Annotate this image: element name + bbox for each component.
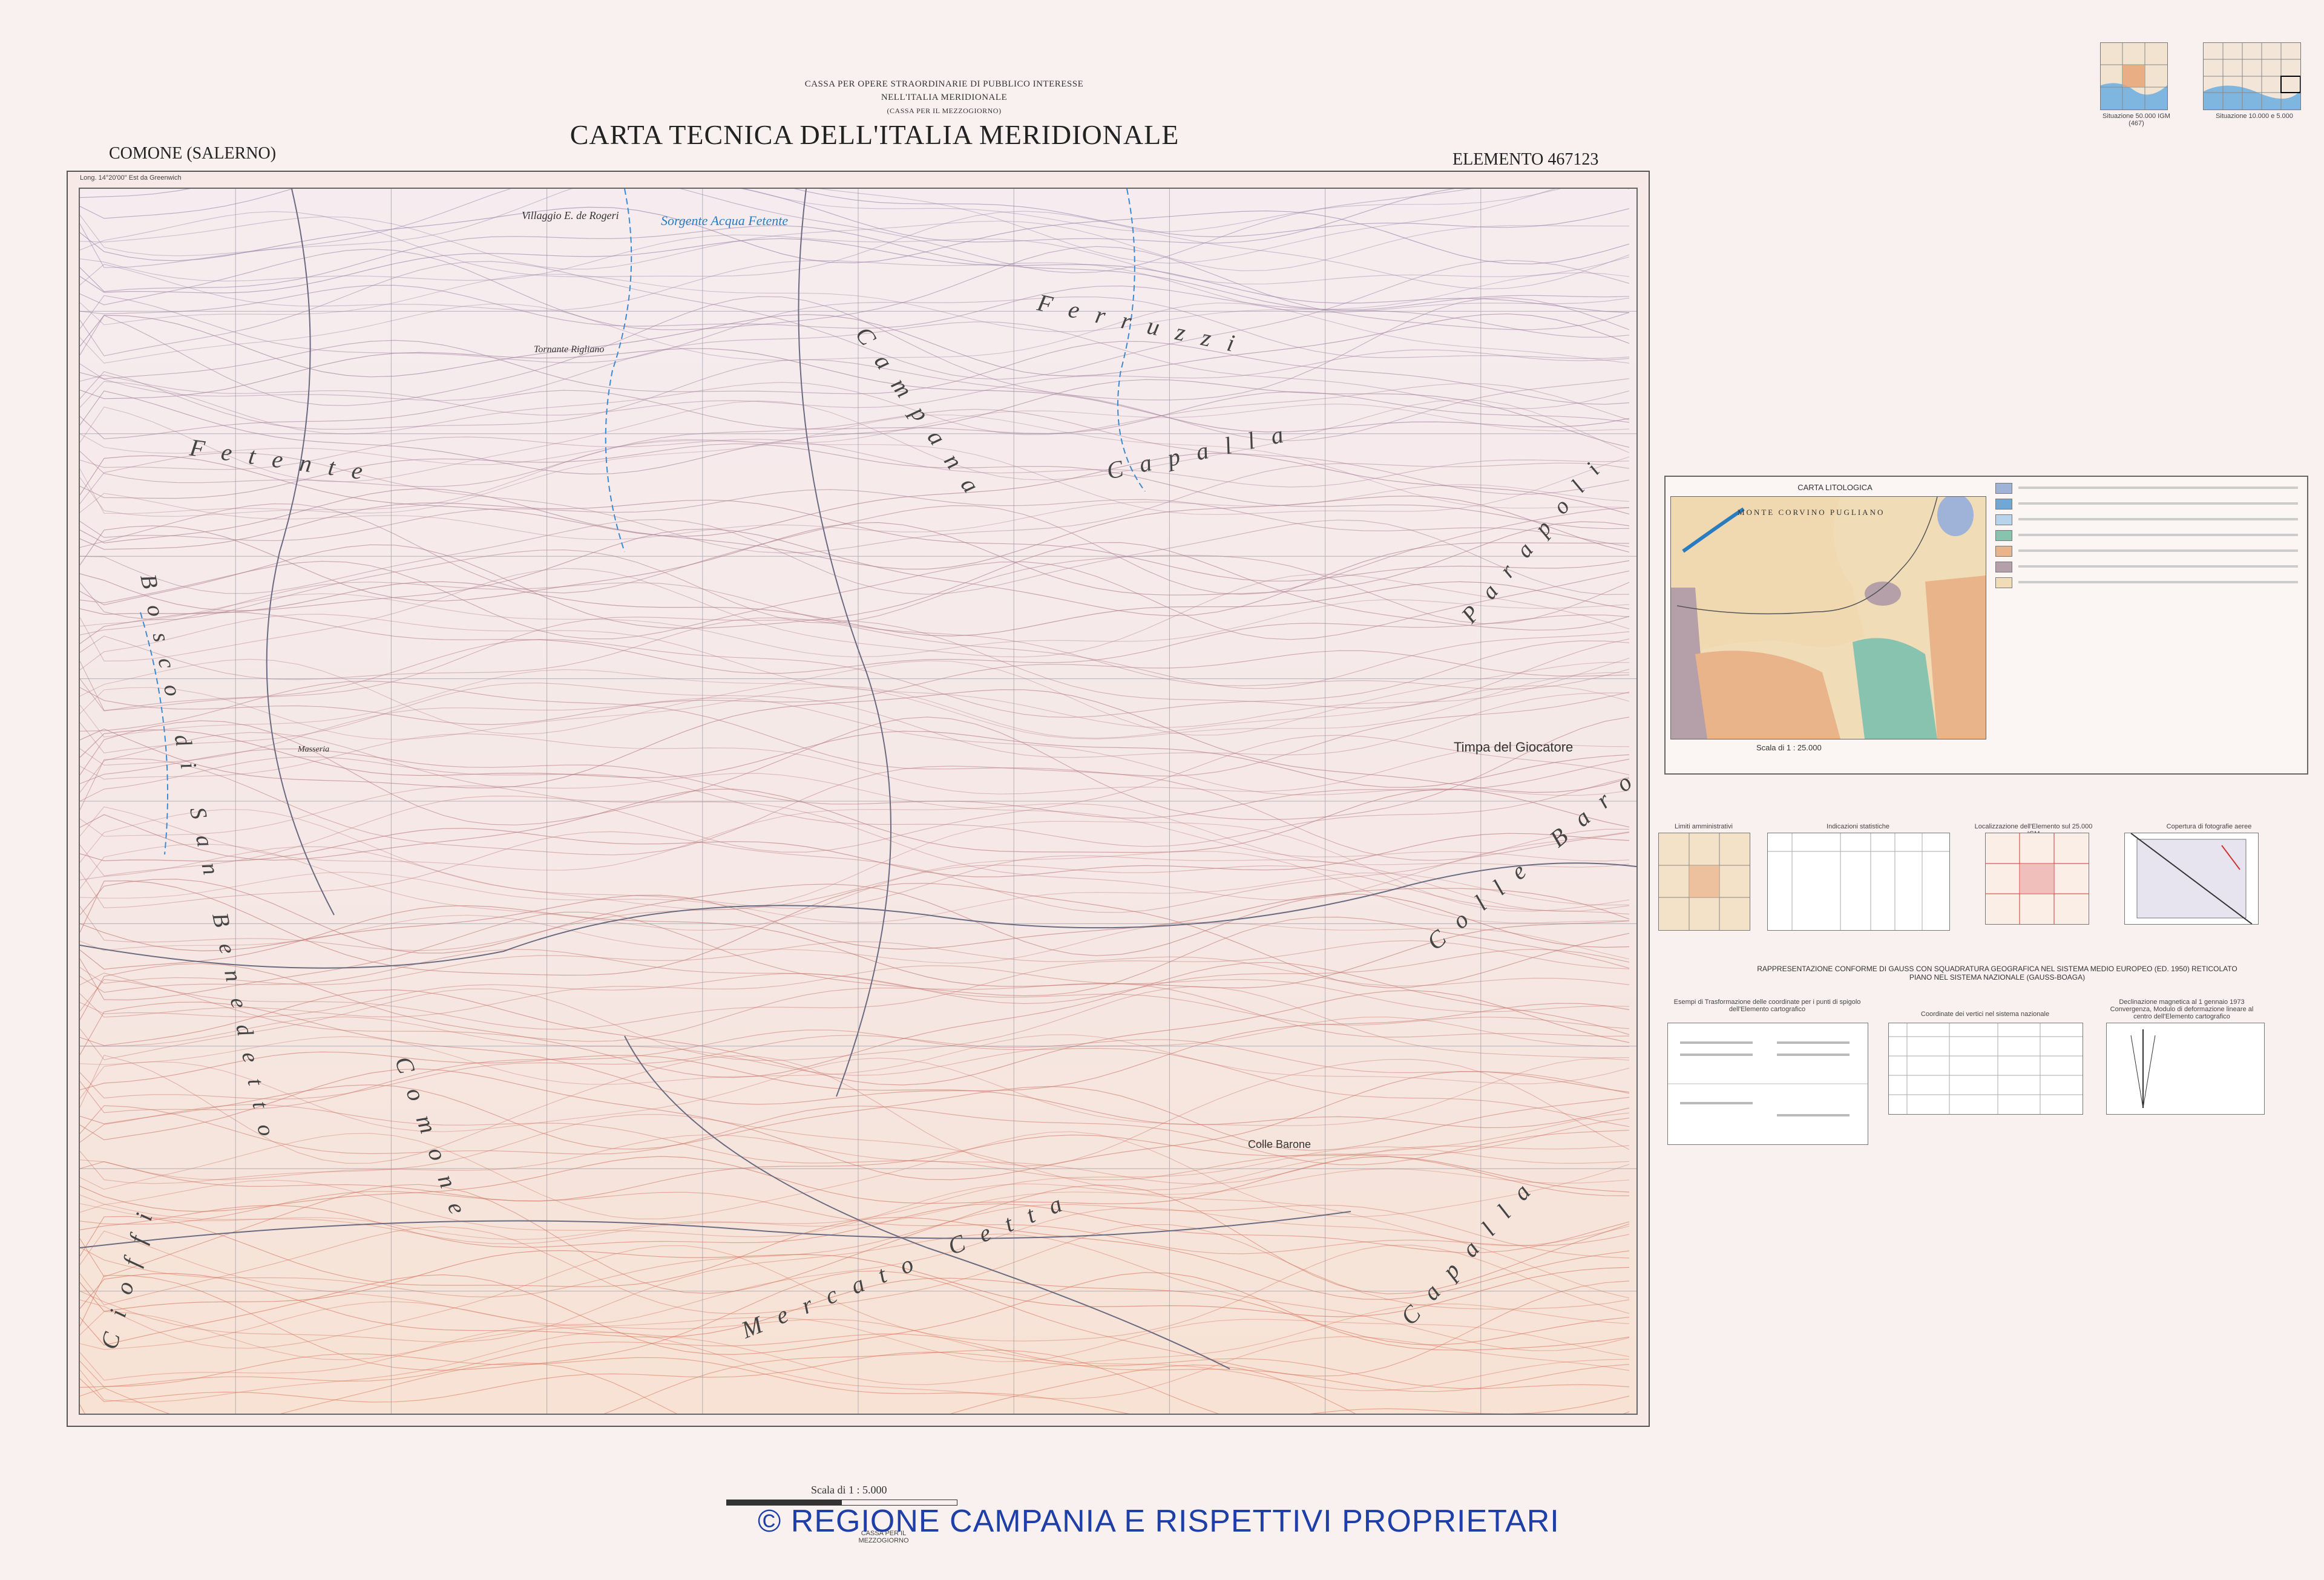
rappresentazione-text: RAPPRESENTAZIONE CONFORME DI GAUSS CON S… (1757, 965, 2237, 982)
legend-swatch (1995, 499, 2012, 510)
place-masseria: Masseria (297, 745, 329, 754)
info-panels-row: Limiti amministrativi Indicazioni statis… (1658, 823, 2312, 932)
place-sorgente: Sorgente Acqua Fetente (661, 213, 788, 228)
limiti-diagram (1658, 833, 1750, 931)
legend-text-line (2018, 534, 2298, 536)
legend-row (1995, 546, 2298, 557)
legend-row (1995, 530, 2298, 541)
place-tornante: Tornante Rigliano (534, 344, 604, 355)
legend-text-line (2018, 518, 2298, 520)
legend-row (1995, 483, 2298, 494)
map-canvas: Fetente Bosco di San Benedetto Ferruzzi … (80, 189, 1636, 1414)
legend-swatch (1995, 530, 2012, 541)
index-map-50000 (2100, 42, 2168, 110)
place-timpa: Timpa del Giocatore (1454, 739, 1573, 755)
legend-text-line (2018, 549, 2298, 552)
topographic-map[interactable]: Fetente Bosco di San Benedetto Ferruzzi … (79, 188, 1638, 1415)
copertura-title: Copertura di fotografie aeree (2166, 823, 2252, 830)
header-line-3: (CASSA PER IL MEZZOGIORNO) (887, 107, 1002, 115)
index-caption-1: Situazione 50.000 IGM (467) (2102, 113, 2170, 127)
declinazione-diagram (2106, 1023, 2265, 1115)
longitude-label: Long. 14°20'00" Est da Greenwich (80, 174, 182, 182)
legend-text-line (2018, 565, 2298, 568)
header-line-2: NELL'ITALIA MERIDIONALE (881, 93, 1008, 102)
legend-text-line (2018, 581, 2298, 583)
legend-swatch (1995, 562, 2012, 572)
legend-row (1995, 514, 2298, 525)
lithology-title: CARTA LITOLOGICA (1797, 483, 1873, 492)
header-line-1: CASSA PER OPERE STRAORDINARIE DI PUBBLIC… (804, 79, 1084, 89)
legend-swatch (1995, 577, 2012, 588)
place-villaggio: Villaggio E. de Rogeri (522, 209, 619, 221)
localizzazione-diagram (1985, 833, 2089, 925)
element-label: ELEMENTO 467123 (1452, 150, 1599, 169)
lithology-panel: CARTA LITOLOGICA MONTE CORVINO PUGLIANO … (1664, 476, 2308, 775)
place-colle-barone-small: Colle Barone (1248, 1138, 1311, 1150)
lithology-scale: Scala di 1 : 25.000 (1756, 743, 1822, 752)
index-caption-2: Situazione 10.000 e 5.000 (2216, 113, 2293, 120)
lithology-map: MONTE CORVINO PUGLIANO (1670, 494, 1986, 739)
indicazioni-table (1767, 833, 1950, 931)
scale-label: Scala di 1 : 5.000 (811, 1484, 887, 1496)
page-title: CARTA TECNICA DELL'ITALIA MERIDIONALE (570, 119, 1180, 150)
declinazione-title: Declinazione magnetica al 1 gennaio 1973… (2110, 998, 2254, 1020)
legend-swatch (1995, 514, 2012, 525)
esempi-box (1667, 1023, 1868, 1145)
legend-row (1995, 577, 2298, 588)
legend-swatch (1995, 483, 2012, 494)
legend-row (1995, 499, 2298, 510)
lithology-legend (1995, 483, 2298, 593)
limiti-title: Limiti amministrativi (1675, 823, 1733, 830)
esempi-title: Esempi di Trasformazione delle coordinat… (1673, 998, 1861, 1013)
lithology-map-label: MONTE CORVINO PUGLIANO (1738, 508, 1885, 517)
legend-row (1995, 562, 2298, 572)
legend-swatch (1995, 546, 2012, 557)
indicazioni-title: Indicazioni statistiche (1827, 823, 1889, 830)
legend-text-line (2018, 502, 2298, 505)
index-map-10000 (2203, 42, 2301, 110)
municipality-label: COMONE (SALERNO) (109, 144, 277, 163)
legend-text-line (2018, 487, 2298, 489)
coordinate-title: Coordinate dei vertici nel sistema nazio… (1920, 1011, 2050, 1018)
copertura-diagram (2124, 833, 2259, 925)
copyright-notice: © REGIONE CAMPANIA E RISPETTIVI PROPRIET… (758, 1504, 1560, 1539)
coordinate-table (1888, 1023, 2083, 1115)
